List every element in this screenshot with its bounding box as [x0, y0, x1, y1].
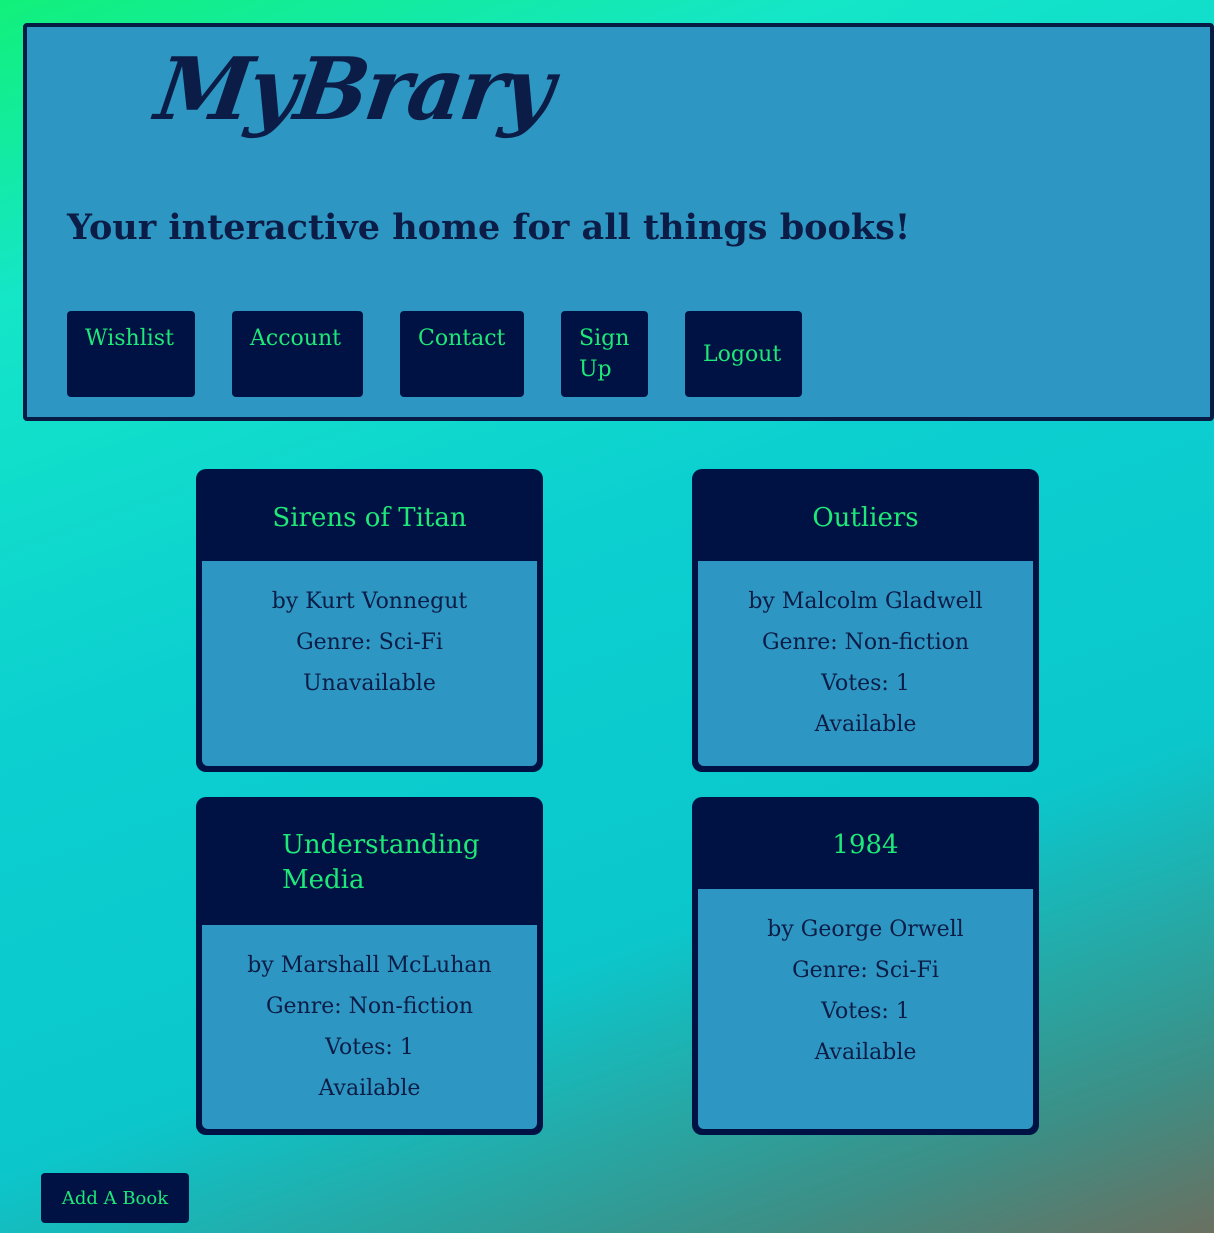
book-status: Unavailable [303, 671, 436, 696]
add-book-button[interactable]: Add A Book [41, 1173, 189, 1223]
book-author: by George Orwell [767, 917, 964, 942]
book-status: Available [814, 712, 917, 737]
nav-account-button[interactable]: Account [232, 311, 363, 397]
book-card[interactable]: Understanding Media by Marshall McLuhan … [196, 797, 543, 1135]
site-tagline: Your interactive home for all things boo… [67, 207, 911, 248]
book-votes: Votes: 1 [821, 671, 910, 696]
book-status: Available [814, 1040, 917, 1065]
book-genre: Genre: Sci-Fi [296, 630, 443, 655]
book-details: by Marshall McLuhan Genre: Non-fiction V… [202, 925, 537, 1129]
book-author: by Malcolm Gladwell [748, 589, 983, 614]
site-logo[interactable]: MyBrary [150, 39, 557, 140]
nav-logout-button[interactable]: Logout [685, 311, 802, 397]
book-card[interactable]: 1984 by George Orwell Genre: Sci-Fi Vote… [692, 797, 1039, 1135]
book-genre: Genre: Sci-Fi [792, 958, 939, 983]
site-header: MyBrary Your interactive home for all th… [23, 23, 1214, 421]
book-title: Outliers [812, 503, 919, 533]
nav-wishlist-button[interactable]: Wishlist [67, 311, 195, 397]
book-card[interactable]: Sirens of Titan by Kurt Vonnegut Genre: … [196, 469, 543, 772]
book-votes: Votes: 1 [821, 999, 910, 1024]
book-title: 1984 [832, 830, 899, 860]
book-details: by George Orwell Genre: Sci-Fi Votes: 1 … [698, 889, 1033, 1129]
book-title: Sirens of Titan [272, 503, 467, 533]
book-status: Available [318, 1076, 421, 1101]
book-author: by Kurt Vonnegut [271, 589, 468, 614]
book-author: by Marshall McLuhan [247, 953, 492, 978]
nav-contact-button[interactable]: Contact [400, 311, 524, 397]
book-genre: Genre: Non-fiction [761, 630, 970, 655]
book-details: by Malcolm Gladwell Genre: Non-fiction V… [698, 561, 1033, 766]
nav-sign-up-button[interactable]: Sign Up [561, 311, 648, 397]
book-genre: Genre: Non-fiction [265, 994, 474, 1019]
book-card[interactable]: Outliers by Malcolm Gladwell Genre: Non-… [692, 469, 1039, 772]
book-details: by Kurt Vonnegut Genre: Sci-Fi Unavailab… [202, 561, 537, 766]
book-title: Understanding Media [282, 830, 480, 895]
book-votes: Votes: 1 [325, 1035, 414, 1060]
